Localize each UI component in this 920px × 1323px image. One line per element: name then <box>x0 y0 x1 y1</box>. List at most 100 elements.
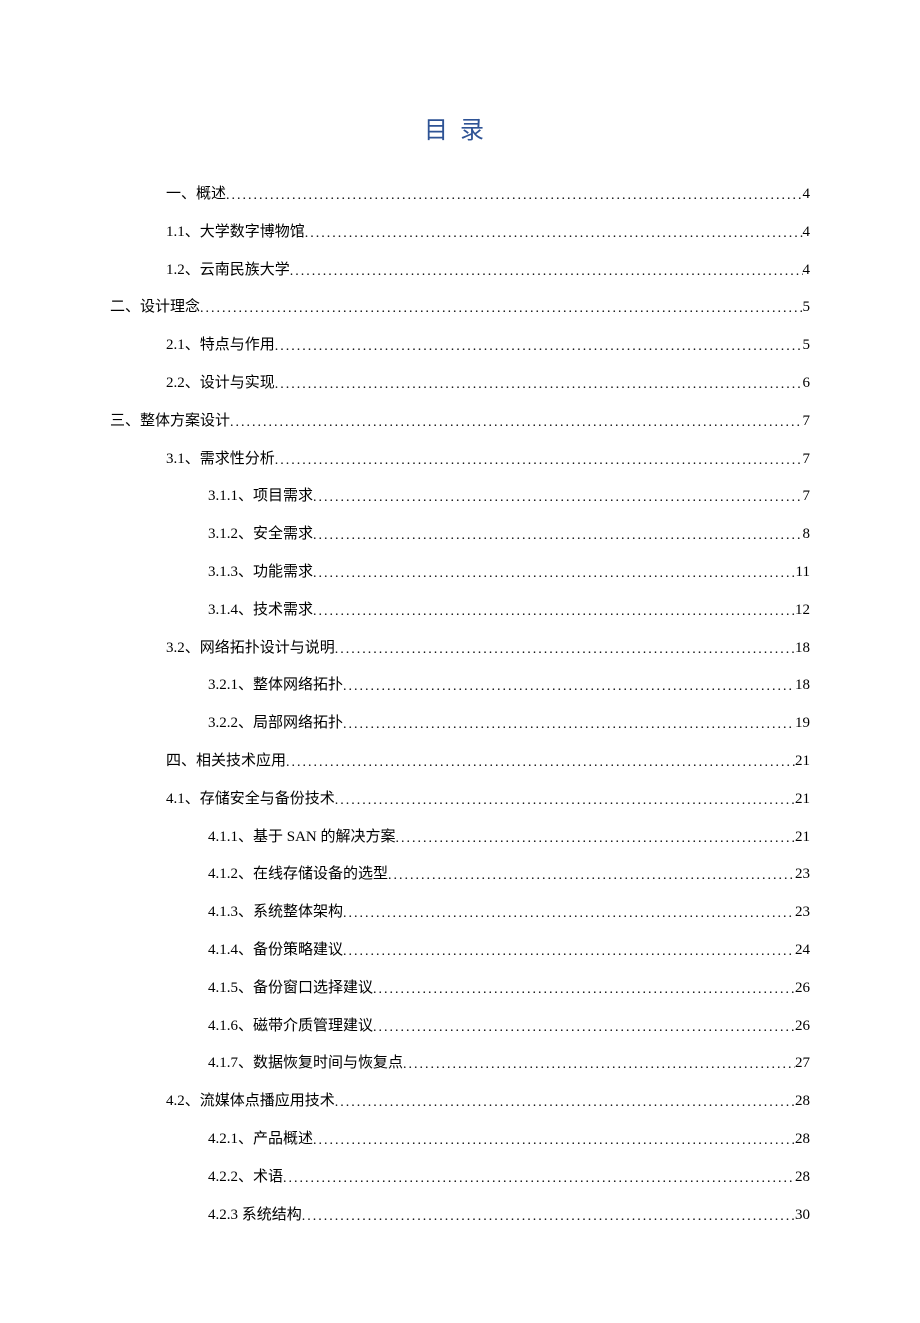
toc-dot-leader <box>343 717 795 734</box>
toc-dot-leader <box>230 415 802 432</box>
toc-entry: 2.2、设计与实现6 <box>110 374 810 393</box>
toc-dot-leader <box>343 944 795 961</box>
toc-entry-label: 4.1.5、备份窗口选择建议 <box>208 979 373 997</box>
toc-entry: 3.1.3、功能需求 11 <box>110 563 810 582</box>
toc-entry-page: 18 <box>795 639 810 657</box>
toc-entry: 3.2.1、整体网络拓扑18 <box>110 676 810 695</box>
toc-entry: 4.1、存储安全与备份技术 21 <box>110 790 810 809</box>
toc-entry-label: 1.2、云南民族大学 <box>166 261 290 279</box>
toc-entry-page: 18 <box>795 676 810 694</box>
toc-entry-label: 4.1.6、磁带介质管理建议 <box>208 1017 373 1035</box>
toc-entry-page: 26 <box>795 979 810 997</box>
toc-entry: 3.2.2、局部网络拓扑 19 <box>110 714 810 733</box>
toc-entry: 3.2、网络拓扑设计与说明 18 <box>110 639 810 658</box>
toc-entry-page: 21 <box>795 828 810 846</box>
toc-entry-page: 4 <box>803 185 811 203</box>
toc-entry: 3.1.1、项目需求7 <box>110 487 810 506</box>
toc-entry-label: 三、整体方案设计 <box>110 412 230 430</box>
toc-dot-leader <box>403 1057 795 1074</box>
toc-entry-label: 一、概述 <box>166 185 226 203</box>
toc-entry-label: 4.2.3 系统结构 <box>208 1206 302 1224</box>
toc-dot-leader <box>313 566 796 583</box>
toc-entry-page: 19 <box>795 714 810 732</box>
toc-entry-label: 4.2、流媒体点播应用技术 <box>166 1092 335 1110</box>
toc-entry-label: 3.1、需求性分析 <box>166 450 275 468</box>
toc-entry-page: 28 <box>795 1168 810 1186</box>
toc-entry: 4.2.2、术语 28 <box>110 1168 810 1187</box>
toc-entry: 4.2.3 系统结构 30 <box>110 1206 810 1225</box>
toc-entry-label: 4.1.7、数据恢复时间与恢复点 <box>208 1054 403 1072</box>
toc-entry-page: 11 <box>796 563 810 581</box>
toc-entry-page: 4 <box>803 223 811 241</box>
toc-entry: 4.1.3、系统整体架构 23 <box>110 903 810 922</box>
toc-entry-page: 27 <box>795 1054 810 1072</box>
toc-entry-label: 2.2、设计与实现 <box>166 374 275 392</box>
toc-entry-label: 四、相关技术应用 <box>166 752 286 770</box>
toc-entry-label: 4.2.2、术语 <box>208 1168 283 1186</box>
toc-entry-page: 21 <box>795 752 810 770</box>
toc-dot-leader <box>335 1095 795 1112</box>
toc-entry-label: 3.2.2、局部网络拓扑 <box>208 714 343 732</box>
toc-entry-label: 3.1.2、安全需求 <box>208 525 313 543</box>
toc-dot-leader <box>335 793 795 810</box>
toc-dot-leader <box>396 831 795 848</box>
toc-entry: 4.2.1、产品概述28 <box>110 1130 810 1149</box>
toc-entry-label: 3.1.3、功能需求 <box>208 563 313 581</box>
toc-entry-label: 3.1.1、项目需求 <box>208 487 313 505</box>
toc-dot-leader <box>283 1171 795 1188</box>
toc-dot-leader <box>335 642 795 659</box>
toc-dot-leader <box>290 264 803 281</box>
toc-dot-leader <box>275 339 803 356</box>
toc-dot-leader <box>313 1133 795 1150</box>
toc-entry-label: 4.1.3、系统整体架构 <box>208 903 343 921</box>
toc-dot-leader <box>226 188 802 205</box>
toc-entry: 4.1.1、基于 SAN 的解决方案 21 <box>110 828 810 847</box>
toc-entry-label: 4.1.4、备份策略建议 <box>208 941 343 959</box>
toc-dot-leader <box>275 453 803 470</box>
toc-entry: 2.1、特点与作用 5 <box>110 336 810 355</box>
toc-entry: 4.1.2、在线存储设备的选型 23 <box>110 865 810 884</box>
toc-entry-page: 7 <box>803 412 811 430</box>
toc-entry: 三、整体方案设计 7 <box>110 412 810 431</box>
toc-entry-page: 7 <box>803 450 811 468</box>
toc-entry-label: 3.1.4、技术需求 <box>208 601 313 619</box>
toc-entry-page: 30 <box>795 1206 810 1224</box>
toc-entry-label: 4.1、存储安全与备份技术 <box>166 790 335 808</box>
toc-entry-label: 4.1.1、基于 SAN 的解决方案 <box>208 828 396 846</box>
toc-entry-page: 23 <box>795 903 810 921</box>
toc-entry: 3.1.2、安全需求 8 <box>110 525 810 544</box>
toc-dot-leader <box>313 604 795 621</box>
toc-entry: 四、相关技术应用 21 <box>110 752 810 771</box>
toc-dot-leader <box>305 226 803 243</box>
toc-entry: 1.2、云南民族大学 4 <box>110 261 810 280</box>
toc-dot-leader <box>200 301 802 318</box>
toc-dot-leader <box>343 906 795 923</box>
toc-entry: 一、概述 4 <box>110 185 810 204</box>
toc-entry-label: 3.2、网络拓扑设计与说明 <box>166 639 335 657</box>
toc-entry: 3.1.4、技术需求12 <box>110 601 810 620</box>
toc-entry-page: 8 <box>803 525 811 543</box>
toc-entry: 4.1.4、备份策略建议 24 <box>110 941 810 960</box>
toc-entry-label: 2.1、特点与作用 <box>166 336 275 354</box>
toc-entry-page: 21 <box>795 790 810 808</box>
toc-entry: 4.1.7、数据恢复时间与恢复点 27 <box>110 1054 810 1073</box>
toc-entry-label: 1.1、大学数字博物馆 <box>166 223 305 241</box>
toc-title: 目录 <box>110 110 810 145</box>
toc-entry-page: 23 <box>795 865 810 883</box>
toc-entry-page: 26 <box>795 1017 810 1035</box>
toc-entry-label: 4.1.2、在线存储设备的选型 <box>208 865 388 883</box>
toc-entry-page: 5 <box>803 298 811 316</box>
toc-dot-leader <box>373 982 795 999</box>
toc-entry-page: 28 <box>795 1092 810 1110</box>
toc-entry: 二、设计理念5 <box>110 298 810 317</box>
toc-list: 一、概述 4 1.1、大学数字博物馆 4 1.2、云南民族大学 4 二、设计理念5 2.1、特… <box>110 185 810 1224</box>
toc-entry-page: 24 <box>795 941 810 959</box>
toc-entry-page: 4 <box>803 261 811 279</box>
toc-entry-page: 5 <box>803 336 811 354</box>
toc-entry: 1.1、大学数字博物馆 4 <box>110 223 810 242</box>
toc-dot-leader <box>388 868 795 885</box>
toc-dot-leader <box>275 377 803 394</box>
toc-dot-leader <box>286 755 795 772</box>
toc-entry: 4.1.5、备份窗口选择建议 26 <box>110 979 810 998</box>
toc-dot-leader <box>313 490 802 507</box>
